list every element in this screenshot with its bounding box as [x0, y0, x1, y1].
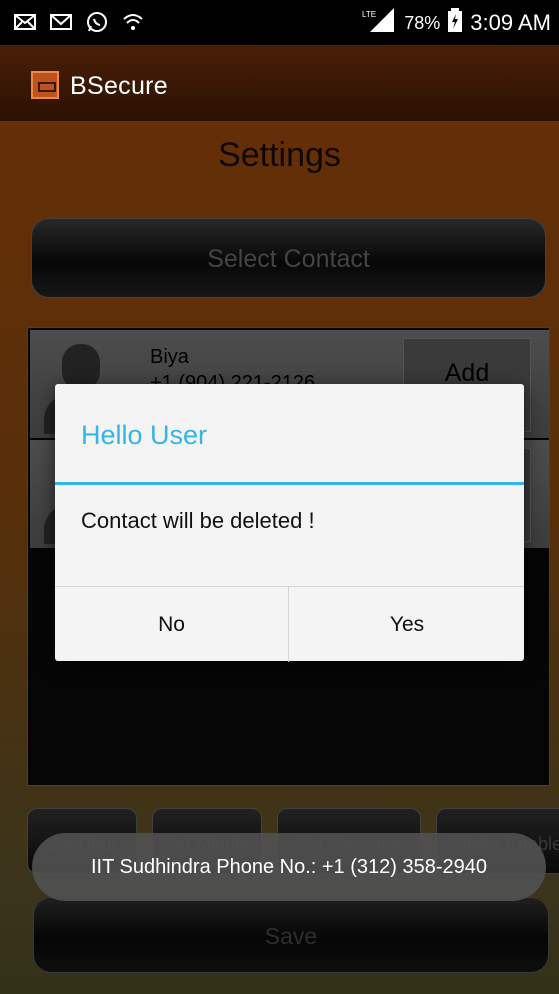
mail-icon — [14, 11, 36, 33]
yes-button[interactable]: Yes — [290, 587, 524, 662]
app-logo-icon — [31, 71, 59, 99]
wifi-icon — [122, 11, 144, 33]
status-bar: LTE 78% 3:09 AM — [0, 0, 559, 45]
whatsapp-icon — [86, 11, 108, 33]
dialog-divider — [55, 482, 524, 485]
dialog-button-bar: No Yes — [55, 586, 524, 662]
no-button[interactable]: No — [55, 587, 289, 662]
battery-charging-icon — [448, 8, 463, 38]
dialog-message: Contact will be deleted ! — [81, 508, 315, 533]
app-bar: BSecure — [0, 45, 559, 121]
toast-message: IIT Sudhindra Phone No.: +1 (312) 358-29… — [32, 833, 546, 901]
app-title: BSecure — [70, 72, 168, 100]
status-right: LTE 78% 3:09 AM — [362, 8, 551, 38]
battery-percent: 78% — [404, 12, 441, 33]
dialog-title: Hello User — [81, 420, 208, 450]
network-type: LTE — [362, 10, 376, 19]
confirm-dialog: Hello User Contact will be deleted ! No … — [55, 384, 524, 662]
clock: 3:09 AM — [470, 10, 551, 35]
gmail-icon — [50, 11, 72, 33]
notification-icons — [14, 11, 144, 33]
signal-icon: LTE — [362, 8, 396, 38]
